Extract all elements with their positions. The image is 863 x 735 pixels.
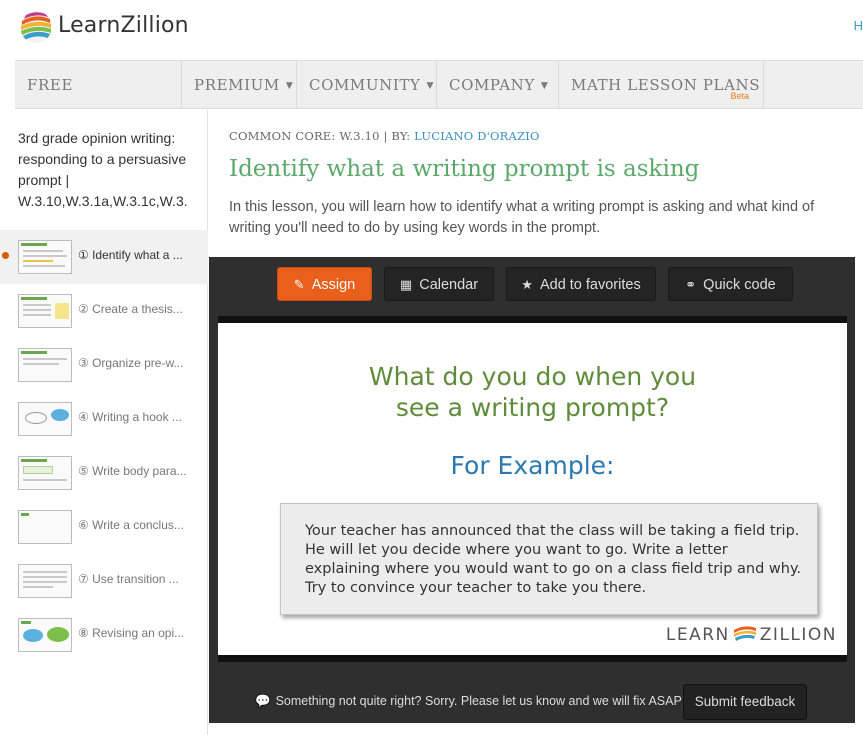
button-label: Calendar bbox=[419, 277, 479, 293]
nav-community[interactable]: COMMUNITY ▼ bbox=[297, 61, 437, 109]
nav-free-resources[interactable]: FREE RESOURCES bbox=[15, 61, 182, 142]
lesson-item-7[interactable]: ⑦ Use transition ... bbox=[0, 554, 208, 608]
lesson-label: ② Create a thesis... bbox=[78, 302, 183, 316]
nav-label: PREMIUM bbox=[194, 76, 280, 94]
link-icon: ⚭ bbox=[685, 277, 697, 292]
nav-premium[interactable]: PREMIUM ▼ bbox=[182, 61, 297, 109]
lesson-thumbnail bbox=[18, 348, 72, 382]
slide-example-heading: For Example: bbox=[450, 451, 615, 480]
lesson-item-5[interactable]: ⑤ Write body para... bbox=[0, 446, 208, 500]
video-player: ✎ Assign ▦ Calendar ★ Add to favorites ⚭ Qui… bbox=[209, 257, 855, 723]
lesson-label: ⑧ Revising an opi... bbox=[78, 626, 185, 640]
lesson-item-2[interactable]: ② Create a thesis... bbox=[0, 284, 208, 338]
site-header: LearnZillion H bbox=[0, 0, 863, 60]
pencil-icon: ✎ bbox=[293, 277, 305, 292]
calendar-icon: ▦ bbox=[399, 277, 413, 292]
lesson-label: ④ Writing a hook ... bbox=[78, 410, 182, 424]
lesson-slide[interactable]: What do you do when you see a writing pr… bbox=[218, 316, 847, 662]
lesson-meta: COMMON CORE: W.3.10 | BY: LUCIANO D'ORAZ… bbox=[229, 129, 540, 143]
nav-label: COMMUNITY bbox=[309, 76, 421, 94]
nav-label: COMPANY bbox=[449, 76, 535, 94]
current-lesson-indicator bbox=[2, 252, 9, 259]
learnzillion-logo-icon[interactable] bbox=[20, 11, 52, 43]
player-toolbar: ✎ Assign ▦ Calendar ★ Add to favorites ⚭ Qui… bbox=[209, 257, 855, 311]
unit-title: 3rd grade opinion writing: responding to… bbox=[18, 130, 188, 209]
chevron-down-icon: ▼ bbox=[285, 81, 294, 91]
button-label: Add to favorites bbox=[539, 277, 641, 293]
swirl-logo-icon bbox=[733, 621, 757, 645]
feedback-bar: 💬 Something not quite right? Sorry. Pleas… bbox=[209, 678, 855, 723]
lesson-label: ⑤ Write body para... bbox=[78, 464, 187, 478]
logo-text[interactable]: LearnZillion bbox=[58, 13, 189, 38]
calendar-button[interactable]: ▦ Calendar bbox=[384, 267, 494, 301]
feedback-message: 💬 Something not quite right? Sorry. Pleas… bbox=[255, 694, 685, 709]
nav-company[interactable]: COMPANY ▼ bbox=[437, 61, 559, 109]
slide-logo: LEARN ZILLION bbox=[666, 621, 837, 645]
author-link[interactable]: LUCIANO D'ORAZIO bbox=[414, 129, 539, 143]
slide-question-line: see a writing prompt? bbox=[395, 393, 670, 422]
nav-math-lesson-plans[interactable]: MATH LESSON PLANS Beta bbox=[559, 61, 764, 109]
assign-button[interactable]: ✎ Assign bbox=[277, 267, 372, 301]
feedback-text: Something not quite right? Sorry. Please… bbox=[275, 694, 686, 708]
speech-bubble-icon: 💬 bbox=[255, 694, 271, 708]
lesson-item-4[interactable]: ④ Writing a hook ... bbox=[0, 392, 208, 446]
common-core-standard: COMMON CORE: W.3.10 | BY: bbox=[229, 129, 411, 143]
slide-logo-text: ZILLION bbox=[759, 625, 837, 645]
main-nav: FREE RESOURCES PREMIUM ▼ COMMUNITY ▼ COMPA… bbox=[15, 60, 863, 142]
lesson-thumbnail bbox=[18, 510, 72, 544]
submit-feedback-button[interactable]: Submit feedback bbox=[683, 684, 807, 720]
header-link[interactable]: H bbox=[854, 18, 863, 33]
lesson-item-8[interactable]: ⑧ Revising an opi... bbox=[0, 608, 208, 662]
beta-badge: Beta bbox=[730, 91, 749, 101]
page-title: Identify what a writing prompt is asking bbox=[229, 156, 700, 182]
star-icon: ★ bbox=[521, 277, 533, 292]
lesson-label: ① Identify what a ... bbox=[78, 248, 183, 262]
lesson-thumbnail bbox=[18, 402, 72, 436]
button-label: Quick code bbox=[703, 277, 776, 293]
lesson-sidebar: 3rd grade opinion writing: responding to… bbox=[0, 110, 208, 735]
slide-question: What do you do when you see a writing pr… bbox=[218, 361, 847, 423]
lesson-description: In this lesson, you will learn how to id… bbox=[229, 199, 815, 236]
lesson-item-3[interactable]: ③ Organize pre-w... bbox=[0, 338, 208, 392]
lesson-item-1[interactable]: ① Identify what a ... bbox=[0, 230, 208, 284]
lesson-thumbnail bbox=[18, 240, 72, 274]
lesson-label: ⑦ Use transition ... bbox=[78, 572, 179, 586]
lesson-thumbnail bbox=[18, 294, 72, 328]
lesson-thumbnail bbox=[18, 456, 72, 490]
slide-question-line: What do you do when you bbox=[368, 362, 697, 391]
lesson-item-6[interactable]: ⑥ Write a conclus... bbox=[0, 500, 208, 554]
chevron-down-icon: ▼ bbox=[426, 81, 435, 91]
lesson-label: ③ Organize pre-w... bbox=[78, 356, 184, 370]
writing-prompt-box: Your teacher has announced that the clas… bbox=[280, 503, 818, 615]
lesson-label: ⑥ Write a conclus... bbox=[78, 518, 184, 532]
button-label: Assign bbox=[311, 277, 356, 293]
chevron-down-icon: ▼ bbox=[540, 81, 549, 91]
add-to-favorites-button[interactable]: ★ Add to favorites bbox=[506, 267, 656, 301]
lesson-thumbnail bbox=[18, 618, 72, 652]
quick-code-button[interactable]: ⚭ Quick code bbox=[668, 267, 793, 301]
lesson-thumbnail bbox=[18, 564, 72, 598]
lesson-main: COMMON CORE: W.3.10 | BY: LUCIANO D'ORAZ… bbox=[209, 110, 863, 735]
slide-logo-text: LEARN bbox=[665, 625, 730, 645]
